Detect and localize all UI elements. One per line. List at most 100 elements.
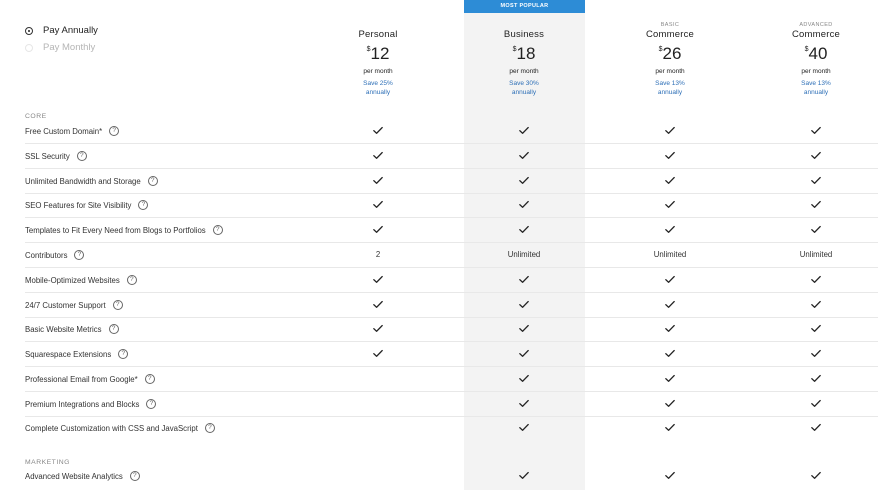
- feature-cell: [650, 349, 690, 360]
- question-circle-icon[interactable]: ?: [212, 225, 223, 235]
- feature-label: Basic Website Metrics?: [25, 324, 119, 335]
- feature-cell: [650, 399, 690, 410]
- feature-label: Contributors?: [25, 250, 85, 261]
- check-icon: [665, 151, 675, 162]
- feature-cell: [796, 374, 836, 385]
- feature-row: Basic Website Metrics?: [25, 318, 878, 342]
- feature-cell: 2: [375, 250, 381, 259]
- feature-label: Squarespace Extensions?: [25, 349, 129, 360]
- most-popular-badge: MOST POPULAR: [464, 0, 585, 13]
- price-period: per month: [509, 68, 539, 75]
- savings-line: Save 25%: [363, 80, 393, 87]
- feature-label: Advanced Website Analytics?: [25, 471, 140, 482]
- check-icon: [519, 200, 529, 211]
- feature-cell: [358, 200, 398, 211]
- check-icon: [519, 225, 529, 236]
- feature-row: SEO Features for Site Visibility?: [25, 194, 878, 218]
- price-period: per month: [363, 68, 393, 75]
- question-circle-icon[interactable]: ?: [129, 471, 140, 481]
- plan-name: Business: [503, 29, 545, 40]
- feature-cell: [796, 324, 836, 335]
- question-circle-icon[interactable]: ?: [76, 151, 87, 161]
- check-icon: [519, 324, 529, 335]
- feature-cell: [650, 176, 690, 187]
- feature-name: SSL Security: [25, 152, 70, 162]
- check-icon: [373, 176, 383, 187]
- feature-cell: [504, 176, 544, 187]
- savings-line: Save 13%: [655, 80, 685, 87]
- check-icon: [811, 275, 821, 286]
- feature-cell: [650, 374, 690, 385]
- price-amount: 18: [516, 44, 536, 63]
- feature-label: Complete Customization with CSS and Java…: [25, 423, 215, 434]
- plan-name: Commerce: [645, 29, 695, 40]
- question-circle-icon[interactable]: ?: [146, 399, 157, 409]
- check-icon: [811, 300, 821, 311]
- feature-cell: [796, 200, 836, 211]
- feature-label: Premium Integrations and Blocks?: [25, 399, 157, 410]
- price-amount: 26: [662, 44, 682, 63]
- plan-price: $12: [318, 44, 438, 66]
- check-icon: [373, 151, 383, 162]
- question-circle-icon[interactable]: ?: [147, 176, 158, 186]
- section-label-core: CORE: [25, 113, 47, 120]
- feature-cell: [796, 225, 836, 236]
- pay-monthly-label: Pay Monthly: [43, 42, 96, 53]
- question-circle-icon[interactable]: ?: [126, 275, 137, 285]
- question-circle-icon[interactable]: ?: [108, 324, 119, 334]
- feature-name: Squarespace Extensions: [25, 350, 112, 360]
- question-circle-icon[interactable]: ?: [144, 374, 155, 384]
- check-icon: [373, 225, 383, 236]
- question-circle-icon[interactable]: ?: [109, 126, 120, 136]
- feature-cell: [504, 471, 544, 482]
- savings-line: annually: [803, 89, 829, 96]
- feature-row: Mobile-Optimized Websites?: [25, 269, 878, 293]
- check-icon: [811, 399, 821, 410]
- plan-tier-kicker: ADVANCED: [799, 22, 833, 28]
- feature-cell: Unlimited: [507, 250, 541, 259]
- feature-label: SEO Features for Site Visibility?: [25, 200, 149, 211]
- radio-selected-icon[interactable]: [25, 27, 33, 35]
- feature-cell: [650, 300, 690, 311]
- check-icon: [811, 374, 821, 385]
- check-icon: [665, 275, 675, 286]
- check-icon: [519, 126, 529, 137]
- question-circle-icon[interactable]: ?: [112, 300, 123, 310]
- check-icon: [519, 349, 529, 360]
- feature-label: Professional Email from Google*?: [25, 374, 155, 385]
- feature-cell: [796, 126, 836, 137]
- plan-price: $26: [610, 44, 730, 66]
- feature-cell: [358, 225, 398, 236]
- check-icon: [665, 176, 675, 187]
- question-circle-icon[interactable]: ?: [204, 423, 215, 433]
- feature-cell: [504, 126, 544, 137]
- feature-row: Premium Integrations and Blocks?: [25, 393, 878, 417]
- feature-cell: [504, 399, 544, 410]
- check-icon: [665, 349, 675, 360]
- annual-savings: Save 13% annually: [756, 79, 876, 97]
- price-period: per month: [655, 68, 685, 75]
- feature-cell: [650, 225, 690, 236]
- feature-row: Squarespace Extensions?: [25, 343, 878, 367]
- feature-name: Free Custom Domain*: [25, 127, 103, 137]
- radio-unselected-icon[interactable]: [25, 44, 33, 52]
- feature-cell: [358, 176, 398, 187]
- feature-cell: [358, 324, 398, 335]
- price-currency: $: [512, 46, 517, 53]
- feature-label: SSL Security?: [25, 151, 87, 162]
- check-icon: [665, 300, 675, 311]
- question-circle-icon[interactable]: ?: [118, 349, 129, 359]
- feature-cell: [358, 126, 398, 137]
- feature-name: Professional Email from Google*: [25, 375, 138, 385]
- savings-line: annually: [365, 89, 391, 96]
- check-icon: [811, 324, 821, 335]
- question-circle-icon[interactable]: ?: [138, 200, 149, 210]
- feature-cell: [796, 300, 836, 311]
- feature-cell: [504, 300, 544, 311]
- question-circle-icon[interactable]: ?: [74, 250, 85, 260]
- annual-savings: Save 30% annually: [464, 79, 584, 97]
- feature-cell: [650, 471, 690, 482]
- feature-cell: [504, 423, 544, 434]
- check-icon: [811, 151, 821, 162]
- feature-name: Templates to Fit Every Need from Blogs t…: [25, 226, 206, 236]
